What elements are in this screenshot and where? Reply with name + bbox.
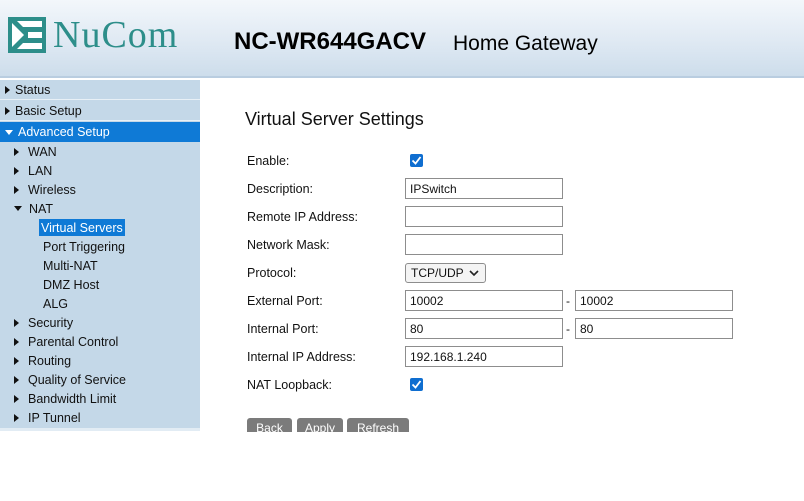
remote-ip-label: Remote IP Address:	[247, 210, 358, 224]
enable-label: Enable:	[247, 154, 290, 168]
header-banner: NuCom NC-WR644GACV Home Gateway	[0, 0, 804, 78]
sidebar-item-label: Parental Control	[28, 334, 119, 349]
checkmark-icon	[411, 156, 422, 165]
sidebar-item-routing[interactable]: Routing	[14, 351, 71, 370]
sidebar-item-alg[interactable]: ALG	[41, 295, 70, 312]
expand-arrow-icon	[14, 356, 19, 365]
range-separator: -	[566, 322, 570, 336]
internal-port-label: Internal Port:	[247, 322, 319, 336]
sidebar-item-label: Quality of Service	[28, 372, 126, 387]
sidebar-item-label: Status	[15, 82, 51, 97]
protocol-select[interactable]: TCP/UDP	[405, 263, 486, 283]
sidebar-item-bandwidth-limit[interactable]: Bandwidth Limit	[14, 389, 116, 408]
sidebar-item-status[interactable]: Status	[0, 80, 200, 100]
internal-ip-label: Internal IP Address:	[247, 350, 356, 364]
sidebar-item-wireless[interactable]: Wireless	[14, 180, 76, 199]
sidebar-item-security[interactable]: Security	[14, 313, 73, 332]
description-input[interactable]	[405, 178, 563, 199]
sidebar-footer-strip	[0, 428, 200, 431]
expand-arrow-icon	[14, 394, 19, 403]
sidebar-item-basic-setup[interactable]: Basic Setup	[0, 101, 200, 121]
sidebar-item-ip-tunnel[interactable]: IP Tunnel	[14, 408, 81, 427]
external-port-label: External Port:	[247, 294, 323, 308]
expand-arrow-icon	[14, 337, 19, 346]
expand-arrow-icon	[14, 166, 19, 175]
refresh-button[interactable]: Refresh	[347, 418, 409, 432]
sidebar-item-lan[interactable]: LAN	[14, 161, 52, 180]
sidebar-item-nat[interactable]: NAT	[14, 199, 53, 218]
sidebar-item-label: Basic Setup	[15, 103, 82, 118]
device-subtitle: Home Gateway	[453, 32, 598, 55]
sidebar-item-label: Routing	[28, 353, 72, 368]
nat-loopback-checkbox[interactable]	[410, 378, 423, 391]
apply-button[interactable]: Apply	[297, 418, 343, 432]
nucom-logo-icon	[8, 17, 46, 53]
sidebar-item-multi-nat[interactable]: Multi-NAT	[41, 257, 100, 274]
expand-arrow-icon	[14, 375, 19, 384]
expand-arrow-icon	[5, 85, 10, 94]
collapse-arrow-icon	[5, 129, 13, 135]
sidebar-nav: Status Basic Setup Advanced Setup WAN LA…	[0, 80, 200, 428]
remote-ip-input[interactable]	[405, 206, 563, 227]
internal-port-start-input[interactable]	[405, 318, 563, 339]
expand-arrow-icon	[14, 318, 19, 327]
expand-arrow-icon	[14, 147, 19, 156]
internal-ip-input[interactable]	[405, 346, 563, 367]
page-title: Virtual Server Settings	[245, 109, 424, 129]
sidebar-item-label: Bandwidth Limit	[28, 391, 117, 406]
sidebar-item-label: Wireless	[28, 182, 76, 197]
expand-arrow-icon	[14, 185, 19, 194]
external-port-start-input[interactable]	[405, 290, 563, 311]
chevron-down-icon	[469, 270, 479, 277]
external-port-end-input[interactable]	[575, 290, 733, 311]
brand-logo: NuCom	[8, 15, 178, 55]
range-separator: -	[566, 294, 570, 308]
sidebar-item-label: LAN	[28, 163, 53, 178]
sidebar-item-label: Security	[28, 315, 74, 330]
protocol-select-value: TCP/UDP	[411, 266, 464, 280]
nat-loopback-label: NAT Loopback:	[247, 378, 333, 392]
sidebar-item-label: NAT	[29, 201, 54, 216]
sidebar-item-wan[interactable]: WAN	[14, 142, 57, 161]
device-model: NC-WR644GACV	[234, 28, 427, 55]
sidebar-item-label: WAN	[28, 144, 57, 159]
network-mask-label: Network Mask:	[247, 238, 330, 252]
sidebar-item-parental-control[interactable]: Parental Control	[14, 332, 118, 351]
protocol-label: Protocol:	[247, 266, 297, 280]
sidebar-item-label: IP Tunnel	[28, 410, 81, 425]
sidebar-item-advanced-setup[interactable]: Advanced Setup	[0, 122, 200, 142]
sidebar-item-label: Advanced Setup	[18, 125, 110, 139]
enable-checkbox[interactable]	[410, 154, 423, 167]
sidebar-item-port-triggering[interactable]: Port Triggering	[41, 238, 127, 255]
sidebar-item-virtual-servers[interactable]: Virtual Servers	[39, 219, 125, 236]
sidebar-item-quality-of-service[interactable]: Quality of Service	[14, 370, 126, 389]
sidebar-item-dmz-host[interactable]: DMZ Host	[41, 276, 101, 293]
expand-arrow-icon	[14, 413, 19, 422]
brand-name: NuCom	[53, 14, 179, 56]
internal-port-end-input[interactable]	[575, 318, 733, 339]
collapse-arrow-icon	[14, 206, 22, 211]
checkmark-icon	[411, 380, 422, 389]
expand-arrow-icon	[5, 106, 10, 115]
network-mask-input[interactable]	[405, 234, 563, 255]
description-label: Description:	[247, 182, 313, 196]
back-button[interactable]: Back	[247, 418, 292, 432]
